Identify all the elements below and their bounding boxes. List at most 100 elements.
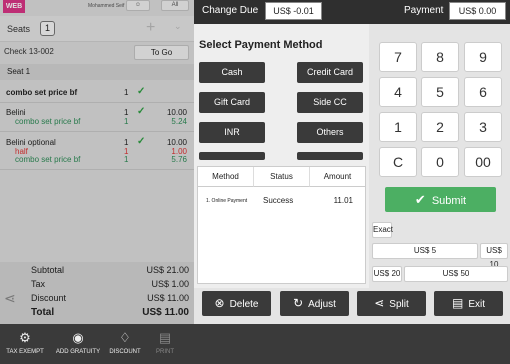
discount-label: DISCOUNT <box>109 349 141 355</box>
adjust-button[interactable]: ↻ Adjust <box>280 291 349 316</box>
keypad-panel: 7 8 9 4 5 6 1 2 3 C 0 00 ✔ Submit Exact U… <box>369 24 510 288</box>
subtotal-label: Subtotal <box>31 265 65 275</box>
total-value: US$ 11.00 <box>142 307 189 318</box>
row-amount: 11.01 <box>333 196 353 205</box>
quick-amount-5[interactable]: US$ 5 <box>372 243 478 259</box>
key-4[interactable]: 4 <box>379 77 417 107</box>
key-clear[interactable]: C <box>379 147 417 177</box>
item-name: combo set price bf <box>6 88 78 97</box>
delete-icon: ⊗ <box>214 296 225 310</box>
money-bag-icon: ◉ <box>72 330 84 345</box>
seat-header[interactable]: Seat 1 <box>0 64 194 80</box>
submit-label: Submit <box>431 195 467 207</box>
key-00[interactable]: 00 <box>464 147 502 177</box>
item-name: Belini optional <box>6 138 56 147</box>
key-1[interactable]: 1 <box>379 112 417 142</box>
percent-icon: ⚙ <box>19 330 31 345</box>
split-button[interactable]: ⋖ Split <box>357 291 426 316</box>
printer-icon: ▤ <box>158 330 172 345</box>
chevron-down-icon[interactable]: ⌄ <box>174 21 182 32</box>
check-icon: ✓ <box>137 106 146 117</box>
column-header-amount: Amount <box>310 167 365 187</box>
all-button[interactable]: All <box>161 0 189 11</box>
print-label: PRINT <box>156 349 174 355</box>
order-item[interactable]: Belini 1 ✓ 10.00 combo set price bf 1 5.… <box>0 104 194 132</box>
modifier-name: combo set price bf <box>15 155 81 164</box>
check-icon: ✓ <box>137 86 146 97</box>
change-due-value: US$ -0.01 <box>265 2 322 20</box>
modifier-qty: 1 <box>124 155 129 164</box>
quick-amount-10[interactable]: US$ 10 <box>480 243 508 269</box>
add-gratuity-button[interactable]: ◉ ADD GRATUITY <box>52 327 104 361</box>
check-icon: ✓ <box>137 136 146 147</box>
to-go-button[interactable]: To Go <box>134 45 189 60</box>
user-icon: ☺ <box>134 2 142 8</box>
tax-value: US$ 1.00 <box>151 279 189 289</box>
check-icon: ✔ <box>414 192 426 207</box>
key-3[interactable]: 3 <box>464 112 502 142</box>
key-7[interactable]: 7 <box>379 42 417 72</box>
exact-button[interactable]: Exact <box>372 222 393 238</box>
modifier-qty: 1 <box>124 117 129 126</box>
payment-value: US$ 0.00 <box>449 2 506 20</box>
add-gratuity-label: ADD GRATUITY <box>55 349 101 355</box>
tax-exempt-button[interactable]: ⚙ TAX EXEMPT <box>2 327 48 361</box>
order-item[interactable]: Belini optional 1 ✓ 10.00 half 1 1.00 co… <box>0 134 194 170</box>
quick-amount-50[interactable]: US$ 50 <box>404 266 508 282</box>
subtotal-row: Subtotal US$ 21.00 <box>31 265 189 275</box>
column-header-method: Method <box>198 167 254 187</box>
order-item[interactable]: combo set price bf 1 ✓ <box>0 83 194 103</box>
quick-amount-20[interactable]: US$ 20 <box>372 266 402 282</box>
payment-label: Payment <box>404 5 444 16</box>
more-method-button[interactable] <box>297 152 363 160</box>
tag-icon: ♢ <box>119 330 131 345</box>
discount-button[interactable]: ♢ DISCOUNT <box>106 327 144 361</box>
adjust-label: Adjust <box>308 299 336 310</box>
item-price: 10.00 <box>166 138 187 147</box>
payment-topbar: Change Due US$ -0.01 Payment US$ 0.00 <box>194 0 510 24</box>
user-name: Mohammed Seif <box>88 3 125 9</box>
column-header-status: Status <box>254 167 310 187</box>
item-qty: 1 <box>124 88 129 97</box>
subtotal-value: US$ 21.00 <box>146 265 189 275</box>
inr-button[interactable]: INR <box>199 122 265 143</box>
key-6[interactable]: 6 <box>464 77 502 107</box>
item-qty: 1 <box>124 108 129 117</box>
discount-value: US$ 11.00 <box>147 293 189 303</box>
cash-button[interactable]: Cash <box>199 62 265 83</box>
submit-button[interactable]: ✔ Submit <box>385 187 496 212</box>
seats-row: Seats 1 + ⌄ <box>0 16 194 42</box>
user-avatar-button[interactable]: ☺ <box>126 0 150 11</box>
app-logo: WEB <box>3 0 25 13</box>
exit-icon: ▤ <box>451 296 464 310</box>
print-button[interactable]: ▤ PRINT <box>150 327 180 361</box>
key-2[interactable]: 2 <box>421 112 459 142</box>
key-8[interactable]: 8 <box>421 42 459 72</box>
delete-button[interactable]: ⊗ Delete <box>202 291 271 316</box>
payments-table: Method Status Amount 1. Online Payment S… <box>197 166 366 284</box>
split-check-icon[interactable]: ⋖ <box>4 290 16 307</box>
table-row[interactable]: 1. Online Payment Success 11.01 <box>198 195 365 209</box>
more-method-button[interactable] <box>199 152 265 160</box>
side-cc-button[interactable]: Side CC <box>297 92 363 113</box>
row-method: 1. Online Payment <box>206 198 248 204</box>
tax-row: Tax US$ 1.00 <box>31 279 189 289</box>
key-5[interactable]: 5 <box>421 77 459 107</box>
item-name: Belini <box>6 108 26 117</box>
add-seat-icon[interactable]: + <box>146 19 155 37</box>
exit-button[interactable]: ▤ Exit <box>434 291 503 316</box>
key-0[interactable]: 0 <box>421 147 459 177</box>
modifier-price: 5.24 <box>171 117 187 126</box>
seats-count[interactable]: 1 <box>40 21 55 36</box>
key-9[interactable]: 9 <box>464 42 502 72</box>
footer-toolbar: ⚙ TAX EXEMPT ◉ ADD GRATUITY ♢ DISCOUNT ▤… <box>0 324 510 364</box>
item-qty: 1 <box>124 138 129 147</box>
payment-methods-panel: Select Payment Method Cash Credit Card G… <box>194 24 369 288</box>
discount-row: Discount US$ 11.00 <box>31 293 189 303</box>
tax-label: Tax <box>31 279 46 289</box>
credit-card-button[interactable]: Credit Card <box>297 62 363 83</box>
others-button[interactable]: Others <box>297 122 363 143</box>
gift-card-button[interactable]: Gift Card <box>199 92 265 113</box>
action-bar: ⊗ Delete ↻ Adjust ⋖ Split ▤ Exit <box>194 288 510 324</box>
row-status: Success <box>263 196 294 205</box>
